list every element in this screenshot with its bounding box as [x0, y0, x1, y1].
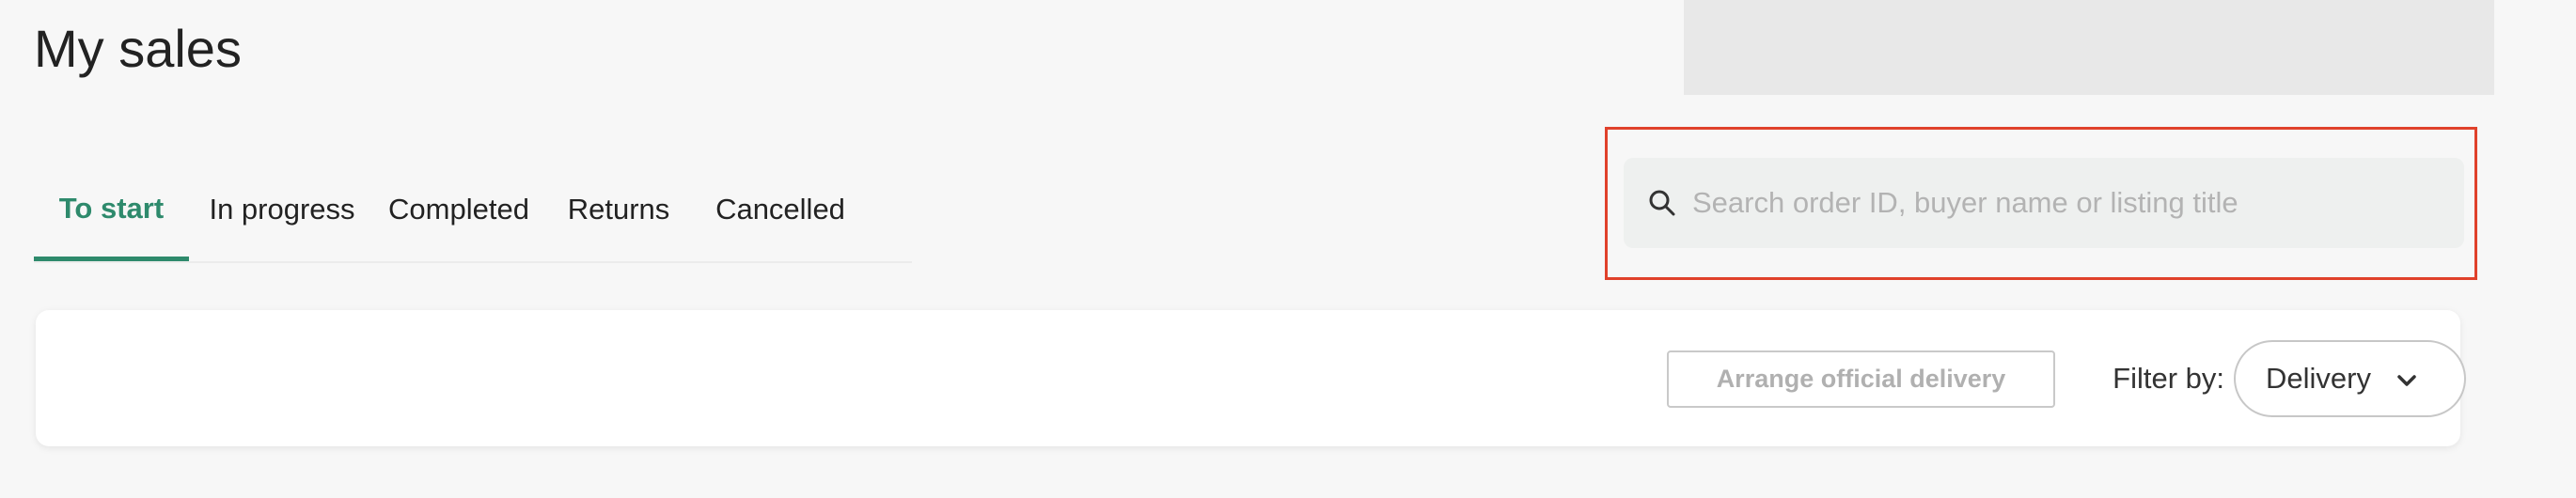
- delivery-filter-dropdown[interactable]: Delivery: [2234, 340, 2466, 417]
- page-title: My sales: [34, 19, 242, 78]
- chevron-down-icon: [2396, 371, 2417, 390]
- tab-returns[interactable]: Returns: [558, 160, 679, 259]
- sales-status-tabs: To start In progress Completed Returns C…: [34, 160, 912, 263]
- search-box[interactable]: [1624, 158, 2464, 248]
- filter-toolbar: Arrange official delivery Filter by: Del…: [36, 310, 2466, 446]
- tab-to-start[interactable]: To start: [34, 160, 189, 261]
- delivery-filter-value: Delivery: [2266, 362, 2371, 395]
- tab-in-progress[interactable]: In progress: [197, 160, 367, 259]
- tab-completed[interactable]: Completed: [374, 160, 543, 259]
- filter-by-label: Filter by:: [2113, 362, 2224, 395]
- search-icon: [1645, 186, 1679, 220]
- banner-placeholder: [1684, 0, 2494, 95]
- tab-cancelled[interactable]: Cancelled: [705, 160, 856, 259]
- search-input[interactable]: [1692, 175, 2444, 231]
- arrange-official-delivery-button[interactable]: Arrange official delivery: [1667, 350, 2055, 408]
- search-highlight-box: [1605, 127, 2477, 280]
